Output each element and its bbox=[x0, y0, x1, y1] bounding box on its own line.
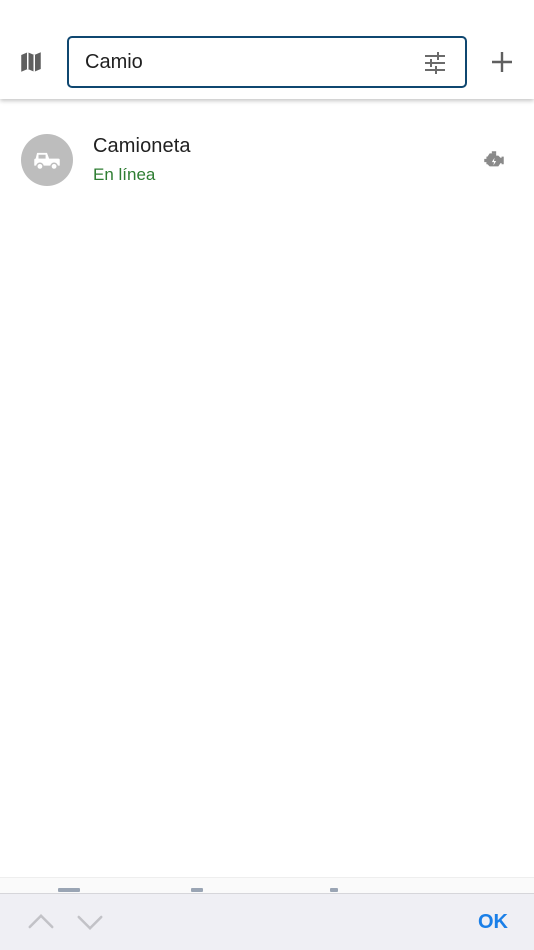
engine-icon bbox=[484, 151, 504, 167]
map-button[interactable] bbox=[12, 43, 50, 81]
search-input[interactable] bbox=[85, 46, 405, 78]
nav-fragment bbox=[330, 888, 338, 892]
device-list-item[interactable]: Camioneta En línea bbox=[0, 118, 534, 204]
device-list-screen: Camioneta En línea OK bbox=[0, 0, 534, 950]
device-avatar bbox=[21, 134, 73, 186]
ok-button[interactable]: OK bbox=[478, 911, 508, 934]
nav-fragment bbox=[58, 888, 80, 892]
chevron-down-icon[interactable] bbox=[75, 907, 105, 937]
device-name: Camioneta bbox=[93, 135, 191, 157]
top-app-bar bbox=[0, 0, 534, 99]
truck-icon bbox=[34, 152, 60, 171]
device-status: En línea bbox=[93, 165, 156, 184]
plus-icon bbox=[492, 52, 512, 72]
add-device-button[interactable] bbox=[483, 43, 521, 81]
keyboard-accessory-bar: OK bbox=[0, 893, 534, 950]
tune-sliders-icon bbox=[425, 52, 445, 74]
chevron-up-icon[interactable] bbox=[26, 907, 56, 937]
nav-fragment bbox=[191, 888, 203, 892]
filter-button[interactable] bbox=[421, 49, 449, 77]
hidden-bottom-nav bbox=[0, 877, 534, 893]
map-icon bbox=[21, 52, 41, 72]
search-box bbox=[67, 36, 467, 88]
